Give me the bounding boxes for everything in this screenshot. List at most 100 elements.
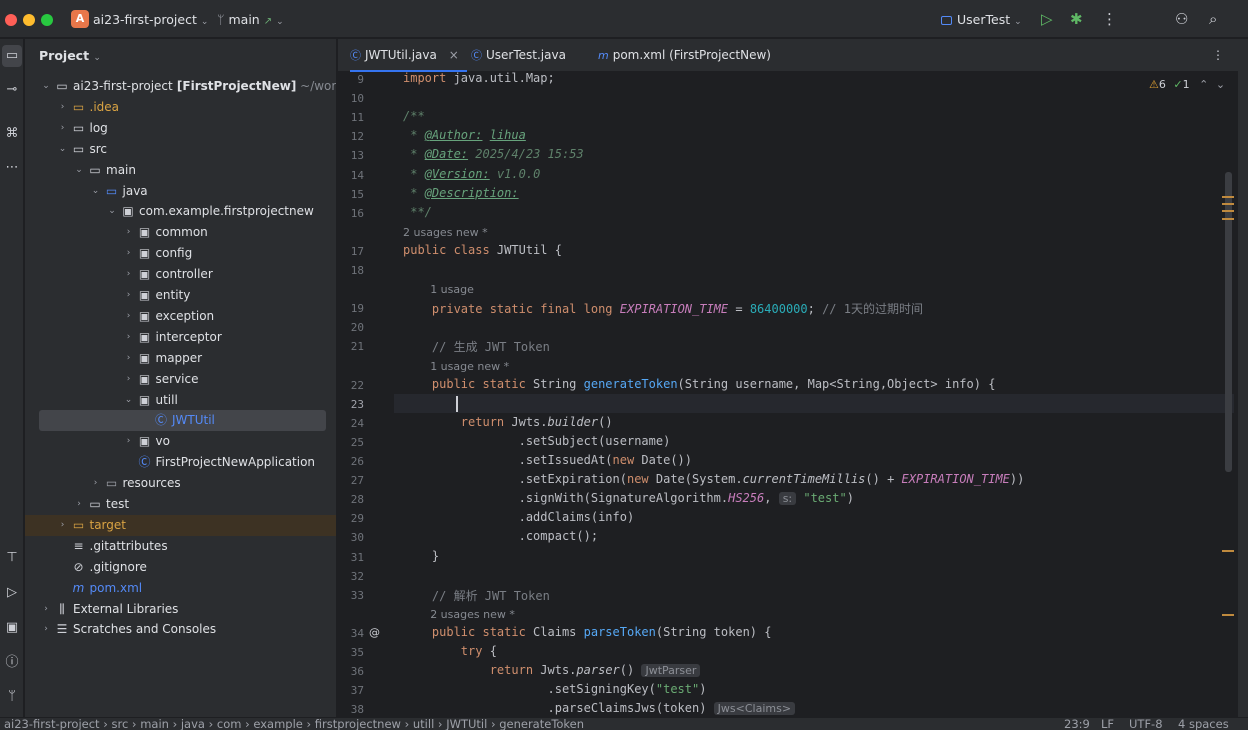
code-line[interactable]: .setSubject(username) [403,434,671,448]
more-actions-icon[interactable]: ⋮ [1102,10,1117,28]
warning-marker[interactable] [1222,210,1234,212]
caret-position[interactable]: 23:9 [1064,717,1090,730]
chevron-right-icon[interactable]: › [58,118,68,139]
chevron-right-icon[interactable]: › [124,327,134,348]
build-tool-icon[interactable]: ⊤ [2,547,22,569]
code-line[interactable]: .parseClaimsJws(token) Jws<Claims> [403,701,796,716]
tree-item[interactable]: › ▣ controller [25,264,336,285]
tree-item[interactable]: › ▣ service [25,369,336,390]
file-encoding[interactable]: UTF-8 [1129,717,1163,730]
tree-item[interactable]: › ⫼ External Libraries [25,599,336,620]
line-number[interactable]: 13 [338,149,364,162]
chevron-right-icon[interactable]: › [124,369,134,390]
tree-item[interactable]: › ▭ resources [25,473,336,494]
line-number[interactable]: 9 [338,73,364,86]
chevron-right-icon[interactable]: › [124,222,134,243]
line-number[interactable]: 27 [338,474,364,487]
tree-item[interactable]: › ▣ common [25,222,336,243]
line-number[interactable]: 21 [338,340,364,353]
warning-marker[interactable] [1222,203,1234,205]
code-line[interactable]: try { [403,644,497,658]
breadcrumb-item[interactable]: main [140,717,169,730]
minimize-window-button[interactable] [23,14,35,26]
line-number[interactable]: 32 [338,570,364,583]
code-vision-hint[interactable]: 1 usage [430,283,474,296]
chevron-right-icon[interactable]: › [124,285,134,306]
code-editor[interactable]: 9 import java.util.Map; 10 11 /** 12 * @Autho… [338,72,1248,717]
chevron-down-icon[interactable]: ⌄ [41,76,51,97]
tree-item[interactable]: Ⓒ JWTUtil [39,410,326,432]
warning-marker[interactable] [1222,550,1234,552]
line-number[interactable]: 23 [338,398,364,411]
line-number[interactable]: 29 [338,512,364,525]
breadcrumb-item[interactable]: example [253,717,303,730]
tree-item[interactable]: › ▭ .idea [25,97,336,118]
line-number[interactable]: 10 [338,92,364,105]
code-line[interactable]: // 解析 JWT Token [403,587,550,604]
code-line[interactable]: .setIssuedAt(new Date()) [403,453,692,467]
tree-item[interactable]: › ▭ test [25,494,336,515]
code-line[interactable]: * @Author: lihua [403,128,526,142]
line-number[interactable]: 26 [338,455,364,468]
run-config-selector[interactable]: UserTest ⌄ [941,12,1022,27]
chevron-right-icon[interactable]: › [91,473,101,494]
chevron-down-icon[interactable]: ⌄ [1216,78,1225,91]
line-number[interactable]: 15 [338,188,364,201]
warning-marker[interactable] [1222,196,1234,198]
breadcrumb-item[interactable]: JWTUtil [446,717,487,730]
line-separator[interactable]: LF [1101,717,1114,730]
chevron-down-icon[interactable]: ⌄ [74,160,84,181]
more-tools-icon[interactable]: ⋯ [2,157,22,179]
terminal-tool-icon[interactable]: ▣ [2,617,22,639]
tree-item[interactable]: ≡ .gitattributes [25,536,336,557]
debug-icon[interactable]: ✱ [1070,10,1083,28]
tab-jwtutil[interactable]: Ⓒ JWTUtil.java × [350,39,467,72]
tree-item[interactable]: ⌄ ▭ java [25,181,336,202]
line-number[interactable]: 22 [338,379,364,392]
breadcrumb-item[interactable]: firstprojectnew [315,717,401,730]
breadcrumb-item[interactable]: com [217,717,242,730]
structure-tool-icon[interactable]: ⌘ [2,123,22,145]
tree-item[interactable]: ⌄ ▭ src [25,139,336,160]
code-line[interactable]: **/ [403,205,432,219]
overrides-gutter-icon[interactable]: @ [369,626,380,639]
chevron-down-icon[interactable]: ⌄ [107,201,117,222]
chevron-right-icon[interactable]: › [124,243,134,264]
line-number[interactable]: 31 [338,551,364,564]
chevron-right-icon[interactable]: › [41,599,51,620]
breadcrumb-item[interactable]: generateToken [499,717,584,730]
line-number[interactable]: 24 [338,417,364,430]
line-number[interactable]: 19 [338,302,364,315]
project-badge[interactable]: A [71,10,89,28]
code-line[interactable]: public class JWTUtil { [403,243,562,257]
code-vision-hint[interactable]: 1 usage new * [430,360,509,373]
line-number[interactable]: 37 [338,684,364,697]
code-line[interactable]: /** [403,109,425,123]
code-line[interactable]: public static String generateToken(Strin… [403,377,996,391]
chevron-right-icon[interactable]: › [74,494,84,515]
tree-item[interactable]: ⊘ .gitignore [25,557,336,578]
code-vision-hint[interactable]: 2 usages new * [403,226,488,239]
code-line[interactable]: .setSigningKey("test") [403,682,706,696]
tree-item[interactable]: › ▣ mapper [25,348,336,369]
line-number[interactable]: 14 [338,169,364,182]
indent-setting[interactable]: 4 spaces [1178,717,1229,730]
maximize-window-button[interactable] [41,14,53,26]
tree-item[interactable]: › ▭ log [25,118,336,139]
chevron-right-icon[interactable]: › [124,306,134,327]
tree-item[interactable]: › ▣ interceptor [25,327,336,348]
code-line[interactable]: * @Version: v1.0.0 [403,167,540,181]
breadcrumb-item[interactable]: ai23-first-project [4,717,100,730]
line-number[interactable]: 20 [338,321,364,334]
tree-item[interactable]: ⌄ ▭ ai23-first-project [FirstProjectNew] ~… [25,76,336,97]
line-number[interactable]: 18 [338,264,364,277]
chevron-down-icon[interactable]: ⌄ [124,390,134,411]
tree-item[interactable]: ⌄ ▣ utill [25,390,336,411]
project-panel-title[interactable]: Project ⌄ [39,48,101,63]
commit-tool-icon[interactable]: ⊸ [2,79,22,101]
code-line[interactable]: .addClaims(info) [403,510,635,524]
close-icon[interactable]: × [449,48,459,62]
code-line[interactable]: .setExpiration(new Date(System.currentTi… [403,472,1025,486]
chevron-up-icon[interactable]: ⌃ [1199,78,1208,91]
tree-item[interactable]: › ▣ exception [25,306,336,327]
